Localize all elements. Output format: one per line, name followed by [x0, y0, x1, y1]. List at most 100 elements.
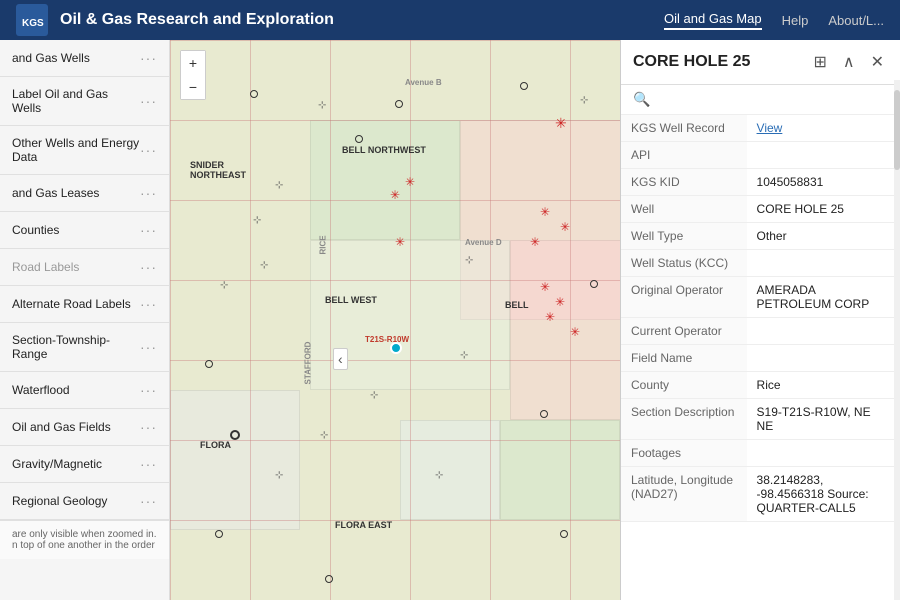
sidebar-item-section-township[interactable]: Section-Township-Range ··· — [0, 323, 169, 372]
sidebar-dots-icon[interactable]: ··· — [140, 222, 157, 238]
popup-field-value-8 — [747, 345, 900, 372]
nav-oil-gas-map[interactable]: Oil and Gas Map — [664, 11, 762, 30]
popup-field-value-12: 38.2148283, -98.4566318 Source: QUARTER-… — [747, 467, 900, 522]
zoom-in-button[interactable]: + — [181, 51, 205, 75]
sidebar-dots-icon[interactable]: ··· — [140, 142, 157, 158]
sidebar-dots-icon[interactable]: ··· — [140, 419, 157, 435]
sidebar-item-counties[interactable]: Counties ··· — [0, 212, 169, 249]
popup-field-value-1 — [747, 142, 900, 169]
sidebar-item-waterflood[interactable]: Waterflood ··· — [0, 372, 169, 409]
popup-body[interactable]: KGS Well RecordViewAPIKGS KID1045058831W… — [621, 115, 900, 600]
popup-field-label-3: Well — [621, 196, 747, 223]
popup-panel: CORE HOLE 25 ⊞ ∧ ✕ 🔍 KGS Well RecordView… — [620, 40, 900, 600]
sidebar-dots-icon[interactable]: ··· — [140, 339, 157, 355]
map-well-symbol-13 — [205, 360, 213, 368]
popup-search-icon: 🔍 — [633, 91, 650, 107]
popup-field-value-4: Other — [747, 223, 900, 250]
popup-field-label-11: Footages — [621, 440, 747, 467]
sidebar-item-alt-road-labels[interactable]: Alternate Road Labels ··· — [0, 286, 169, 323]
map-zoom-controls: + − — [180, 50, 206, 100]
sidebar-item-gas-leases[interactable]: and Gas Leases ··· — [0, 175, 169, 212]
map-well-symbol-1 — [520, 82, 528, 90]
header-title: Oil & Gas Research and Exploration — [60, 11, 334, 29]
popup-field-label-7: Current Operator — [621, 318, 747, 345]
popup-field-label-2: KGS KID — [621, 169, 747, 196]
popup-print-button[interactable]: ⊞ — [809, 50, 830, 74]
svg-text:KGS: KGS — [22, 18, 44, 29]
map-well-symbol-15 — [215, 530, 223, 538]
popup-field-value-11 — [747, 440, 900, 467]
sidebar-dots-icon[interactable]: ··· — [140, 493, 157, 509]
popup-row-5: Well Status (KCC) — [621, 250, 900, 277]
sidebar-dots-icon[interactable]: ··· — [140, 185, 157, 201]
sidebar-item-label-wells[interactable]: Label Oil and Gas Wells ··· — [0, 77, 169, 126]
sidebar-item-gravity[interactable]: Gravity/Magnetic ··· — [0, 446, 169, 483]
sidebar-item-regional-geology[interactable]: Regional Geology ··· — [0, 483, 169, 520]
popup-title: CORE HOLE 25 — [633, 53, 750, 71]
sidebar-label: and Gas Leases — [12, 186, 140, 200]
zoom-out-button[interactable]: − — [181, 75, 205, 99]
nav-help[interactable]: Help — [782, 13, 809, 28]
panel-collapse-arrow[interactable]: ‹ — [333, 348, 348, 370]
sidebar-label: and Gas Wells — [12, 51, 140, 65]
popup-table-body: KGS Well RecordViewAPIKGS KID1045058831W… — [621, 115, 900, 522]
popup-row-10: Section DescriptionS19-T21S-R10W, NE NE — [621, 399, 900, 440]
sidebar-item-oil-gas-wells[interactable]: and Gas Wells ··· — [0, 40, 169, 77]
popup-header: CORE HOLE 25 ⊞ ∧ ✕ — [621, 40, 900, 85]
sidebar-label: Counties — [12, 223, 140, 237]
popup-field-value-9: Rice — [747, 372, 900, 399]
popup-field-label-5: Well Status (KCC) — [621, 250, 747, 277]
popup-field-label-9: County — [621, 372, 747, 399]
map-well-symbol-3 — [355, 135, 363, 143]
popup-field-label-10: Section Description — [621, 399, 747, 440]
header-logo: KGS — [16, 4, 48, 36]
map-well-symbol-5 — [395, 100, 403, 108]
sidebar-dots-icon[interactable]: ··· — [140, 382, 157, 398]
popup-row-9: CountyRice — [621, 372, 900, 399]
popup-row-6: Original OperatorAMERADA PETROLEUM CORP — [621, 277, 900, 318]
sidebar-dots-icon[interactable]: ··· — [140, 93, 157, 109]
sidebar-dots-icon[interactable]: ··· — [140, 259, 157, 275]
popup-field-value-10: S19-T21S-R10W, NE NE — [747, 399, 900, 440]
popup-row-3: WellCORE HOLE 25 — [621, 196, 900, 223]
sidebar-label: Oil and Gas Fields — [12, 420, 140, 434]
popup-row-1: API — [621, 142, 900, 169]
scrollbar-track — [894, 80, 900, 600]
popup-row-7: Current Operator — [621, 318, 900, 345]
header-nav: Oil and Gas Map Help About/L... — [664, 11, 884, 30]
map-well-symbol-14 — [540, 410, 548, 418]
sidebar-label: Road Labels — [12, 260, 140, 274]
popup-actions: ⊞ ∧ ✕ — [809, 50, 888, 74]
popup-field-value-5 — [747, 250, 900, 277]
popup-row-12: Latitude, Longitude (NAD27)38.2148283, -… — [621, 467, 900, 522]
popup-field-value-0[interactable]: View — [747, 115, 900, 142]
popup-data-table: KGS Well RecordViewAPIKGS KID1045058831W… — [621, 115, 900, 522]
sidebar-dots-icon[interactable]: ··· — [140, 296, 157, 312]
popup-row-0: KGS Well RecordView — [621, 115, 900, 142]
sidebar-item-road-labels[interactable]: Road Labels ··· — [0, 249, 169, 286]
sidebar: and Gas Wells ··· Label Oil and Gas Well… — [0, 40, 170, 600]
popup-field-label-6: Original Operator — [621, 277, 747, 318]
sidebar-label: Alternate Road Labels — [12, 297, 140, 311]
map-area[interactable]: SNIDERNORTHEAST BELL NORTHWEST BELL WEST… — [170, 40, 900, 600]
popup-field-value-2: 1045058831 — [747, 169, 900, 196]
sidebar-dots-icon[interactable]: ··· — [140, 456, 157, 472]
popup-close-button[interactable]: ✕ — [867, 50, 888, 74]
sidebar-label: Regional Geology — [12, 494, 140, 508]
sidebar-label: Other Wells and Energy Data — [12, 136, 140, 164]
popup-row-8: Field Name — [621, 345, 900, 372]
popup-collapse-button[interactable]: ∧ — [839, 50, 859, 74]
popup-field-label-12: Latitude, Longitude (NAD27) — [621, 467, 747, 522]
popup-row-2: KGS KID1045058831 — [621, 169, 900, 196]
map-well-symbol-19 — [325, 575, 333, 583]
sidebar-note: are only visible when zoomed in. n top o… — [0, 520, 169, 559]
popup-search-row: 🔍 — [621, 85, 900, 115]
sidebar-item-oil-gas-fields[interactable]: Oil and Gas Fields ··· — [0, 409, 169, 446]
selected-well-marker — [390, 342, 402, 354]
scrollbar-thumb — [894, 90, 900, 170]
sidebar-item-other-wells[interactable]: Other Wells and Energy Data ··· — [0, 126, 169, 175]
popup-field-label-0: KGS Well Record — [621, 115, 747, 142]
nav-about[interactable]: About/L... — [828, 13, 884, 28]
map-well-symbol-4 — [250, 90, 258, 98]
sidebar-dots-icon[interactable]: ··· — [140, 50, 157, 66]
